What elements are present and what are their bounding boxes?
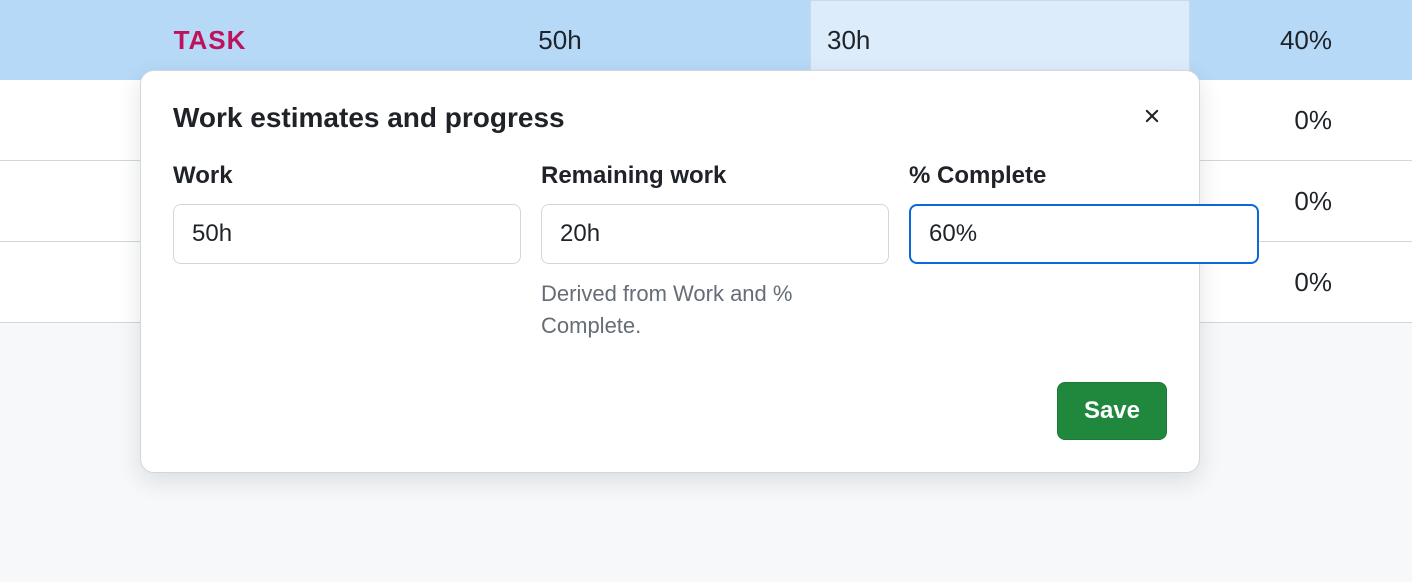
dialog-header: Work estimates and progress [173, 101, 1167, 134]
header-task-cell: TASK [0, 0, 420, 80]
remaining-input[interactable] [541, 204, 889, 264]
close-icon [1141, 105, 1163, 130]
percent-field-group: % Complete [909, 162, 1259, 342]
close-button[interactable] [1137, 101, 1167, 134]
remaining-field-group: Remaining work Derived from Work and % C… [541, 162, 889, 342]
work-estimates-dialog: Work estimates and progress Work Remaini… [140, 70, 1200, 473]
remaining-label: Remaining work [541, 162, 889, 190]
remaining-edit-box[interactable]: 30h [810, 0, 1190, 80]
percent-label: % Complete [909, 162, 1259, 190]
header-remaining-cell[interactable]: 30h [700, 0, 1050, 80]
dialog-fields: Work Remaining work Derived from Work an… [173, 162, 1167, 342]
work-input[interactable] [173, 204, 521, 264]
percent-input[interactable] [909, 204, 1259, 264]
dialog-footer: Save [173, 382, 1167, 440]
table-header-row[interactable]: TASK 50h 30h 40% [0, 0, 1412, 80]
header-work-cell: 50h [420, 0, 700, 80]
work-label: Work [173, 162, 521, 190]
work-field-group: Work [173, 162, 521, 342]
save-button[interactable]: Save [1057, 382, 1167, 440]
dialog-title: Work estimates and progress [173, 102, 565, 134]
remaining-hint: Derived from Work and % Complete. [541, 278, 889, 342]
